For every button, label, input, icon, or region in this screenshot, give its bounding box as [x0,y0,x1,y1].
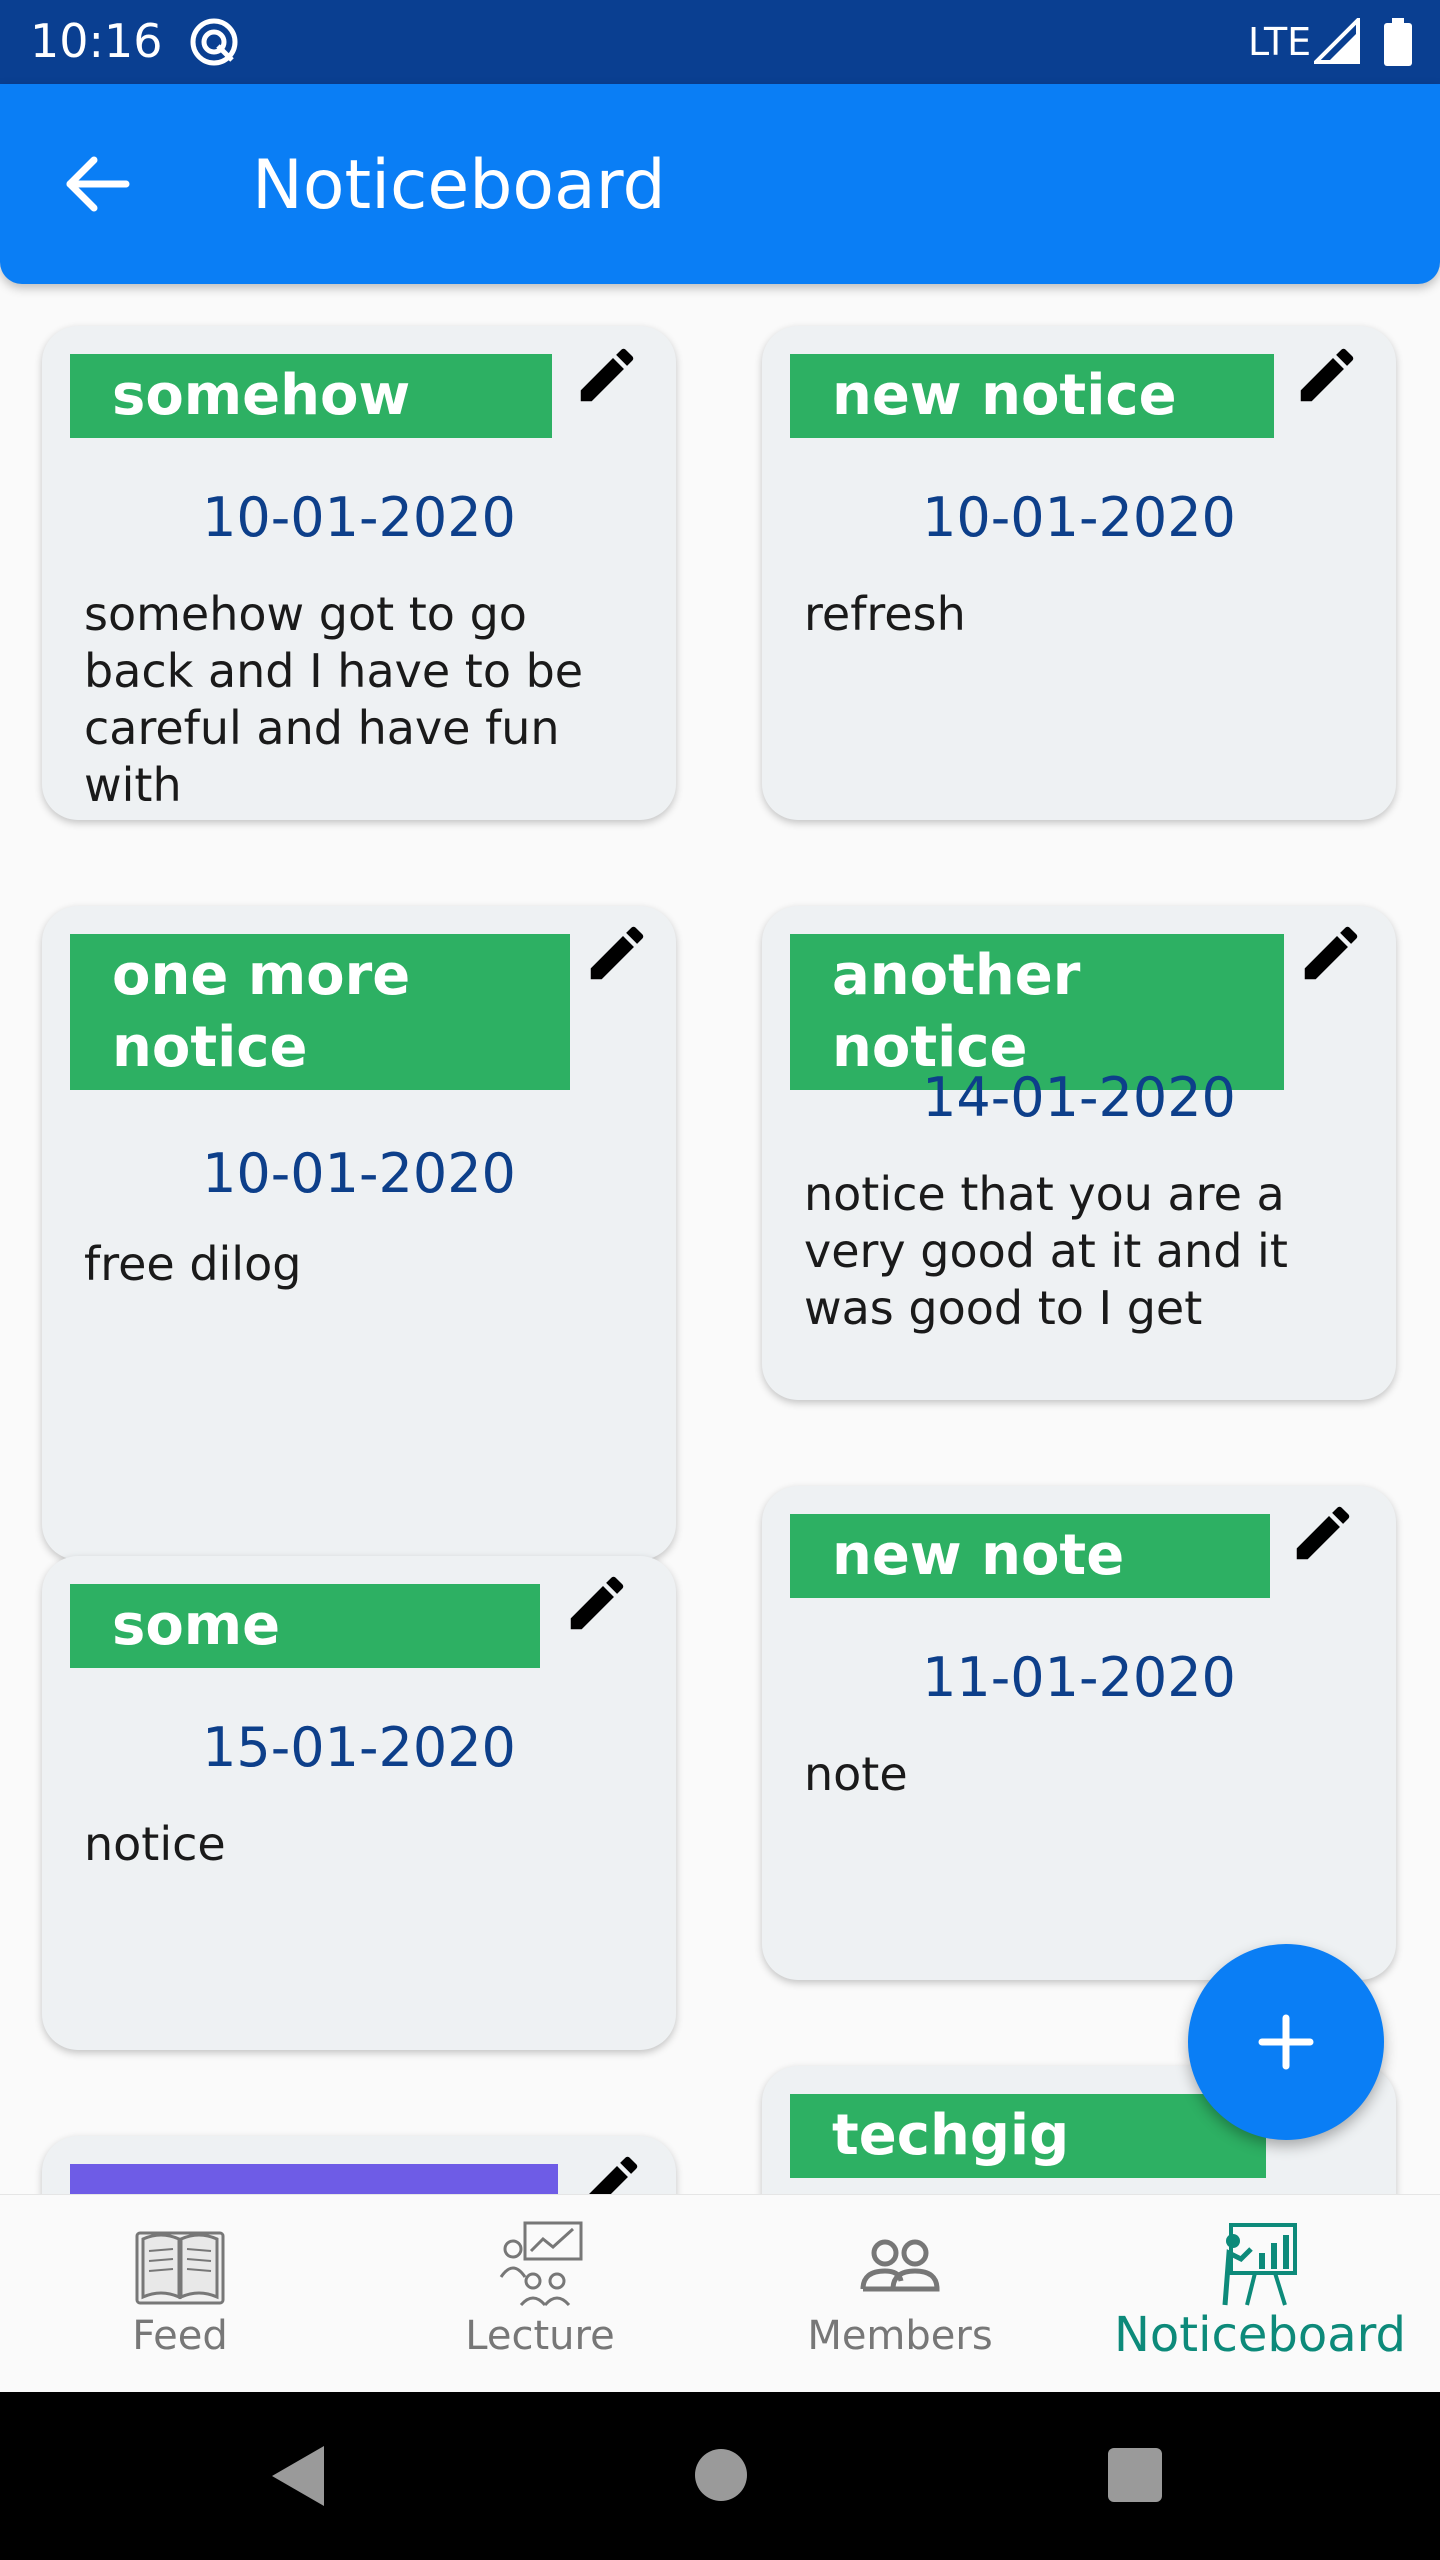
home-circle-icon[interactable] [694,2448,748,2502]
notice-date: 10-01-2020 [922,486,1236,549]
nav-label-feed: Feed [132,2313,228,2359]
notice-card[interactable]: one more notice 10-01-2020 free dilog [42,906,676,1560]
nav-label-noticeboard: Noticeboard [1114,2307,1406,2363]
pencil-icon[interactable] [572,340,642,410]
notice-card[interactable]: some 15-01-2020 notice [42,1556,676,2050]
app-notification-icon [188,16,240,73]
nav-item-feed[interactable]: Feed [0,2195,360,2393]
notice-date: 10-01-2020 [202,1142,516,1205]
notice-body: notice that you are a very good at it an… [804,1167,1288,1335]
status-time: 10:16 [30,14,163,68]
notice-body: somehow got to go back and I have to be … [84,587,584,812]
network-type: LTE [1248,20,1312,64]
bottom-navigation: Feed Lecture Members Noticeboard [0,2194,1440,2393]
add-notice-button[interactable] [1188,1944,1384,2140]
page-title: Noticeboard [252,146,666,225]
app-bar: Noticeboard [0,84,1440,284]
status-bar: 10:16 LTE [0,0,1440,84]
notice-card[interactable]: somehow 10-01-2020 somehow got to go bac… [42,326,676,820]
notice-date: 14-01-2020 [922,1066,1236,1129]
nav-item-members[interactable]: Members [720,2195,1080,2393]
lecture-icon [495,2219,585,2309]
noticeboard-icon [1215,2219,1305,2309]
notice-card[interactable]: another notice 14-01-2020 notice that yo… [762,906,1396,1400]
book-icon [135,2219,225,2309]
notice-title: one more notice [70,934,570,1090]
battery-icon [1384,18,1412,71]
nav-label-members: Members [807,2313,993,2359]
notice-body: free dilog [84,1237,302,1291]
system-navigation-bar [0,2392,1440,2560]
notice-date: 10-01-2020 [202,486,516,549]
notice-title-tag [70,2164,558,2194]
notice-body: note [804,1747,908,1801]
pencil-icon[interactable] [1288,1498,1358,1568]
nav-item-lecture[interactable]: Lecture [360,2195,720,2393]
members-icon [855,2219,945,2309]
notice-title: new note [790,1514,1270,1598]
notice-date: 11-01-2020 [922,1646,1236,1709]
pencil-icon[interactable] [582,918,652,988]
notice-card[interactable]: new note 11-01-2020 note [762,1486,1396,1980]
notice-body: notice [84,1817,226,1871]
notice-date: 15-01-2020 [202,1716,516,1779]
back-arrow-icon[interactable] [60,144,140,224]
recents-square-icon[interactable] [1108,2448,1162,2502]
nav-item-noticeboard[interactable]: Noticeboard [1080,2195,1440,2393]
notice-body: refresh [804,587,966,641]
notice-title: techgig [790,2094,1266,2178]
pencil-icon[interactable] [562,1568,632,1638]
notice-card[interactable]: new notice 10-01-2020 refresh [762,326,1396,820]
notice-title: new notice [790,354,1274,438]
pencil-icon[interactable] [1296,918,1366,988]
nav-label-lecture: Lecture [465,2313,615,2359]
plus-icon [1258,2014,1314,2070]
pencil-icon[interactable] [1292,340,1362,410]
notice-grid: somehow 10-01-2020 somehow got to go bac… [0,284,1440,2194]
notice-card[interactable] [42,2136,676,2194]
back-triangle-icon[interactable] [270,2444,326,2508]
notice-title: some [70,1584,540,1668]
signal-icon [1311,15,1360,69]
notice-title: somehow [70,354,552,438]
pencil-icon[interactable] [576,2148,646,2194]
